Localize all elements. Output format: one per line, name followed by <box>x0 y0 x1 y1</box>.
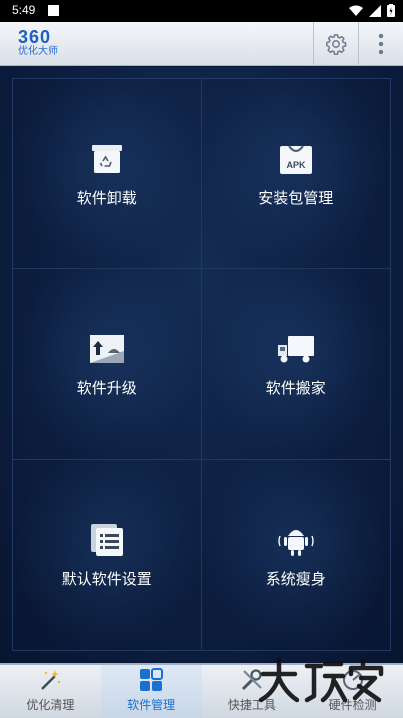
tile-label: 软件搬家 <box>265 379 326 398</box>
status-time: 5:49 <box>12 3 36 17</box>
truck-icon <box>277 336 314 363</box>
tab-optimize-clean[interactable]: 优化清理 <box>0 665 101 718</box>
tab-label: 优化清理 <box>26 698 75 712</box>
app-bar: 360 优化大师 <box>0 22 403 66</box>
tile-label: 系统瘦身 <box>265 570 326 589</box>
system-slim-tile[interactable]: 系统瘦身 <box>201 459 390 650</box>
logo-number: 360 <box>18 27 52 47</box>
move-app-tile[interactable]: 软件搬家 <box>201 269 390 460</box>
tile-label: 默认软件设置 <box>61 570 152 589</box>
apk-manager-tile[interactable]: APK 安装包管理 <box>201 79 390 270</box>
settings-button[interactable] <box>314 22 358 66</box>
overflow-menu-button[interactable] <box>359 22 403 66</box>
status-bar: 5:49 <box>0 0 403 22</box>
battery-icon <box>387 4 395 17</box>
wifi-icon <box>349 5 363 16</box>
tab-label: 软件管理 <box>127 698 176 712</box>
notification-icon <box>48 5 59 16</box>
tile-label: 软件升级 <box>76 379 137 398</box>
upgrade-android-icon <box>89 335 124 364</box>
list-settings-icon <box>90 524 123 557</box>
gear-icon <box>326 34 347 55</box>
upgrade-tile[interactable]: 软件升级 <box>13 269 202 460</box>
android-shrink-icon <box>278 530 314 557</box>
feature-grid: 软件卸载 APK 安装包管理 软件升级 软件搬家 默认软件设置 系统瘦身 <box>12 78 391 651</box>
uninstall-tile[interactable]: 软件卸载 <box>13 79 202 270</box>
tab-software-manage[interactable]: 软件管理 <box>100 665 202 718</box>
signal-icon <box>369 4 381 17</box>
watermark-logo <box>258 657 384 703</box>
svg-text:APK: APK <box>286 160 306 170</box>
app-logo: 360 优化大师 <box>18 28 78 60</box>
recycle-box-icon <box>91 145 122 174</box>
default-apps-tile[interactable]: 默认软件设置 <box>13 459 202 650</box>
tile-label: 安装包管理 <box>258 189 334 208</box>
apps-grid-icon <box>140 668 164 691</box>
logo-subtitle: 优化大师 <box>18 46 58 57</box>
main-content: 软件卸载 APK 安装包管理 软件升级 软件搬家 默认软件设置 系统瘦身 <box>0 67 403 663</box>
apk-bag-icon: APK <box>279 145 312 175</box>
tile-label: 软件卸载 <box>76 189 137 208</box>
magic-wand-icon <box>41 670 61 690</box>
more-vertical-icon <box>378 33 384 55</box>
